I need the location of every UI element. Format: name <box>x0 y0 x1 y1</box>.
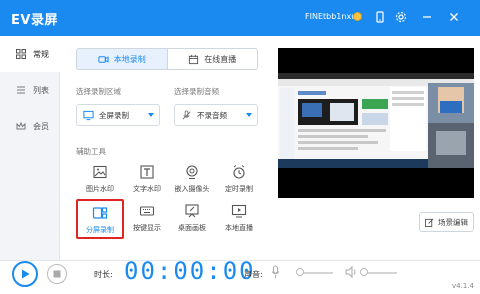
gear-icon[interactable] <box>394 10 408 24</box>
close-icon[interactable] <box>447 10 461 24</box>
title-bar: EV录屏 FINEtbb1nxu <box>0 0 480 36</box>
audio-select[interactable]: 不录音频 <box>174 104 258 126</box>
mode-tabs: 本地录制 在线直播 <box>76 48 258 70</box>
alarm-icon <box>233 165 245 179</box>
edit-icon <box>425 218 434 227</box>
username[interactable]: FINEtbb1nxu <box>305 12 356 21</box>
stop-icon <box>53 270 61 278</box>
local-live-icon <box>231 204 247 218</box>
sidebar: 常规 列表 会员 <box>0 36 60 260</box>
tool-webcam[interactable]: 嵌入摄像头 <box>168 160 216 200</box>
tool-label: 分屏录制 <box>86 226 114 234</box>
area-label: 选择录制区域 <box>76 87 121 96</box>
tool-label: 文字水印 <box>133 185 161 193</box>
tool-label: 按键显示 <box>133 224 161 232</box>
tab-local-record[interactable]: 本地录制 <box>77 49 168 69</box>
speaker-volume-slider[interactable] <box>365 272 397 274</box>
grid-icon <box>16 49 26 59</box>
split-screen-icon <box>92 207 108 219</box>
speaker-icon[interactable] <box>345 265 359 279</box>
record-timer: 00:00:00 <box>124 257 256 285</box>
preview-screenshot <box>278 73 474 168</box>
sidebar-item-member[interactable]: 会员 <box>0 108 60 144</box>
tool-desktop-board[interactable]: 桌面画板 <box>168 199 216 239</box>
tool-text-watermark[interactable]: 文字水印 <box>123 160 171 200</box>
list-icon <box>17 86 25 94</box>
coin-icon <box>353 12 362 21</box>
mute-mic-icon <box>182 109 191 119</box>
tool-split-screen[interactable]: 分屏录制 <box>76 199 124 239</box>
sidebar-item-label: 列表 <box>33 85 49 95</box>
chevron-down-icon <box>246 113 252 117</box>
volume-label: 声音: <box>244 270 263 279</box>
stop-button[interactable] <box>47 264 67 284</box>
minimize-icon[interactable] <box>420 10 434 24</box>
area-select[interactable]: 全屏录制 <box>76 104 160 126</box>
tool-label: 图片水印 <box>86 185 114 193</box>
tools-label: 辅助工具 <box>76 147 106 156</box>
image-icon <box>93 165 107 179</box>
tab-label: 本地录制 <box>113 54 146 64</box>
monitor-icon <box>83 110 94 120</box>
drawing-board-icon <box>185 204 199 218</box>
sidebar-item-label: 常规 <box>33 49 49 59</box>
tool-label: 嵌入摄像头 <box>174 185 210 193</box>
mic-volume-slider[interactable] <box>301 272 333 274</box>
play-icon <box>22 269 30 279</box>
tab-label: 在线直播 <box>204 54 237 64</box>
mic-volume-knob[interactable] <box>296 268 304 276</box>
tool-local-live[interactable]: 本地直播 <box>215 199 263 239</box>
calendar-icon <box>189 54 199 64</box>
text-icon <box>140 165 154 179</box>
speaker-volume-knob[interactable] <box>360 268 368 276</box>
tool-label: 本地直播 <box>225 224 253 232</box>
bottom-bar: 时长: 00:00:00 声音: v4.1.4 <box>0 257 480 294</box>
tool-timer-record[interactable]: 定时录制 <box>215 160 263 200</box>
tool-image-watermark[interactable]: 图片水印 <box>76 160 124 200</box>
version-label: v4.1.4 <box>452 282 474 290</box>
tool-label: 桌面画板 <box>178 224 206 232</box>
audio-value: 不录音频 <box>197 110 227 120</box>
mobile-icon[interactable] <box>373 10 387 24</box>
chevron-down-icon <box>148 113 154 117</box>
sidebar-item-list[interactable]: 列表 <box>0 72 60 108</box>
tab-live-stream[interactable]: 在线直播 <box>168 49 258 69</box>
tool-label: 定时录制 <box>225 185 253 193</box>
tool-key-display[interactable]: 按键显示 <box>123 199 171 239</box>
scene-edit-button[interactable]: 场景编辑 <box>419 212 474 232</box>
sidebar-item-general[interactable]: 常规 <box>0 36 60 72</box>
webcam-icon <box>186 165 198 179</box>
duration-label: 时长: <box>94 270 113 279</box>
sidebar-item-label: 会员 <box>33 121 49 131</box>
app-title: EV录屏 <box>11 13 58 28</box>
scene-edit-label: 场景编辑 <box>438 217 468 227</box>
microphone-icon[interactable] <box>270 265 281 279</box>
crown-icon <box>16 121 26 130</box>
video-camera-icon <box>98 55 109 63</box>
audio-label: 选择录制音频 <box>174 87 219 96</box>
record-button[interactable] <box>12 261 38 287</box>
area-value: 全屏录制 <box>99 110 129 120</box>
keyboard-icon <box>139 206 155 216</box>
preview-area <box>278 48 474 198</box>
